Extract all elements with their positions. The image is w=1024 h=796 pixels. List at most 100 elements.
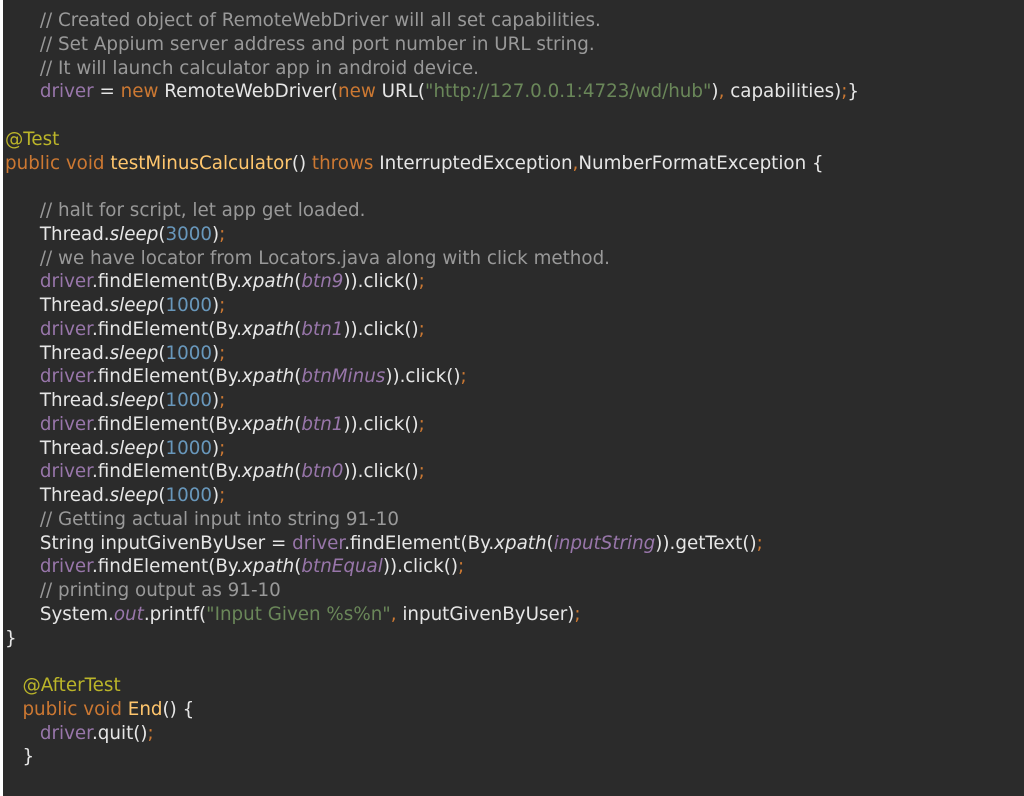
code-token: // Getting actual input into string 91-1…	[39, 508, 400, 530]
code-token: // Set Appium server address and port nu…	[39, 33, 595, 55]
code-token: Thread.	[39, 295, 110, 316]
code-token: )).click()	[343, 413, 419, 435]
code-token: Thread.	[39, 390, 110, 411]
code-token: () {	[162, 698, 195, 720]
code-token: public void	[22, 698, 128, 720]
code-token: new	[120, 81, 159, 103]
code-token: // Created object of RemoteWebDriver wil…	[39, 10, 601, 31]
code-token: ;	[147, 722, 154, 744]
code-line: driver.findElement(By.xpath(btn1)).click…	[3, 413, 425, 437]
code-token: ;	[418, 461, 425, 483]
code-token: =	[93, 81, 121, 103]
code-token: xpath	[494, 532, 547, 554]
code-line: // Created object of RemoteWebDriver wil…	[3, 9, 601, 33]
code-token: ()	[291, 152, 312, 174]
code-token: 1000	[165, 390, 212, 411]
code-token: ;	[219, 437, 226, 459]
code-token: Thread.	[39, 485, 110, 506]
code-token: )).click()	[343, 318, 419, 340]
code-token: sleep	[109, 342, 159, 364]
code-token: )).click()	[385, 366, 461, 388]
code-token: "http://127.0.0.1:4723/wd/hub"	[425, 81, 712, 103]
code-token: ;	[219, 223, 226, 245]
code-token: btn1	[301, 318, 344, 340]
code-token: driver	[39, 722, 92, 744]
code-token: System.	[39, 603, 114, 625]
code-token: InterruptedException	[379, 152, 573, 174]
code-line: driver.findElement(By.xpath(btnEqual)).c…	[3, 555, 464, 579]
code-editor[interactable]: // Created object of RemoteWebDriver wil…	[3, 0, 1024, 796]
code-token: ,	[390, 603, 403, 625]
code-token: ;	[418, 271, 425, 293]
code-token: "Input Given %s%n"	[206, 603, 391, 625]
code-line: Thread.sleep(1000);	[3, 342, 225, 366]
code-line: Thread.sleep(1000);	[3, 437, 225, 461]
code-token: @Test	[5, 128, 60, 150]
code-token: ;	[219, 390, 226, 411]
code-token: }	[847, 81, 860, 103]
code-line: String inputGivenByUser = driver.findEle…	[3, 532, 763, 556]
code-token: btnEqual	[301, 556, 383, 578]
code-token: Thread.	[39, 342, 110, 364]
code-token: driver	[39, 366, 92, 388]
code-line: // halt for script, let app get loaded.	[3, 199, 366, 223]
code-token: .findElement(By.	[91, 271, 242, 293]
code-token: ;	[418, 413, 425, 435]
code-token: RemoteWebDriver(	[158, 81, 339, 103]
code-token: throws	[311, 152, 380, 174]
code-line: Thread.sleep(1000);	[3, 294, 225, 318]
code-token: ,	[718, 81, 731, 103]
code-token: .findElement(By.	[91, 366, 242, 388]
code-line: // we have locator from Locators.java al…	[3, 247, 610, 271]
code-token: driver	[292, 532, 345, 554]
code-token: String inputGivenByUser =	[39, 532, 293, 554]
code-token: 3000	[165, 223, 212, 245]
code-token: btn9	[301, 271, 344, 293]
code-token: testMinusCalculator	[110, 152, 292, 174]
code-token: (	[546, 532, 554, 554]
code-line: // Set Appium server address and port nu…	[3, 33, 595, 57]
code-token: End	[127, 698, 163, 720]
code-token: }	[5, 627, 17, 649]
code-token: .quit()	[91, 722, 148, 744]
code-line: driver.findElement(By.xpath(btn0)).click…	[3, 460, 425, 484]
code-token: sleep	[109, 437, 159, 459]
code-token: ;	[574, 603, 581, 625]
code-token: .findElement(By.	[91, 318, 242, 340]
code-token: ;	[219, 485, 226, 506]
code-line: @Test	[3, 128, 59, 152]
code-token: xpath	[241, 366, 295, 388]
code-line: driver.findElement(By.xpath(btn1)).click…	[3, 318, 425, 342]
code-token: inputGivenByUser)	[402, 603, 575, 625]
code-token: ;	[756, 532, 763, 554]
code-token: .findElement(By.	[91, 461, 242, 483]
code-token: 1000	[165, 342, 212, 364]
code-token: ;	[219, 295, 226, 316]
code-token: xpath	[241, 556, 295, 578]
code-token: btn1	[301, 413, 344, 435]
code-token: }	[22, 746, 35, 768]
code-token: .findElement(By.	[344, 532, 495, 554]
code-token: public void	[5, 152, 111, 174]
code-token: sleep	[109, 485, 159, 506]
code-token: 1000	[165, 437, 212, 459]
code-token: ;	[418, 318, 425, 340]
code-token: driver	[39, 556, 92, 578]
code-token: .printf(	[143, 603, 207, 625]
